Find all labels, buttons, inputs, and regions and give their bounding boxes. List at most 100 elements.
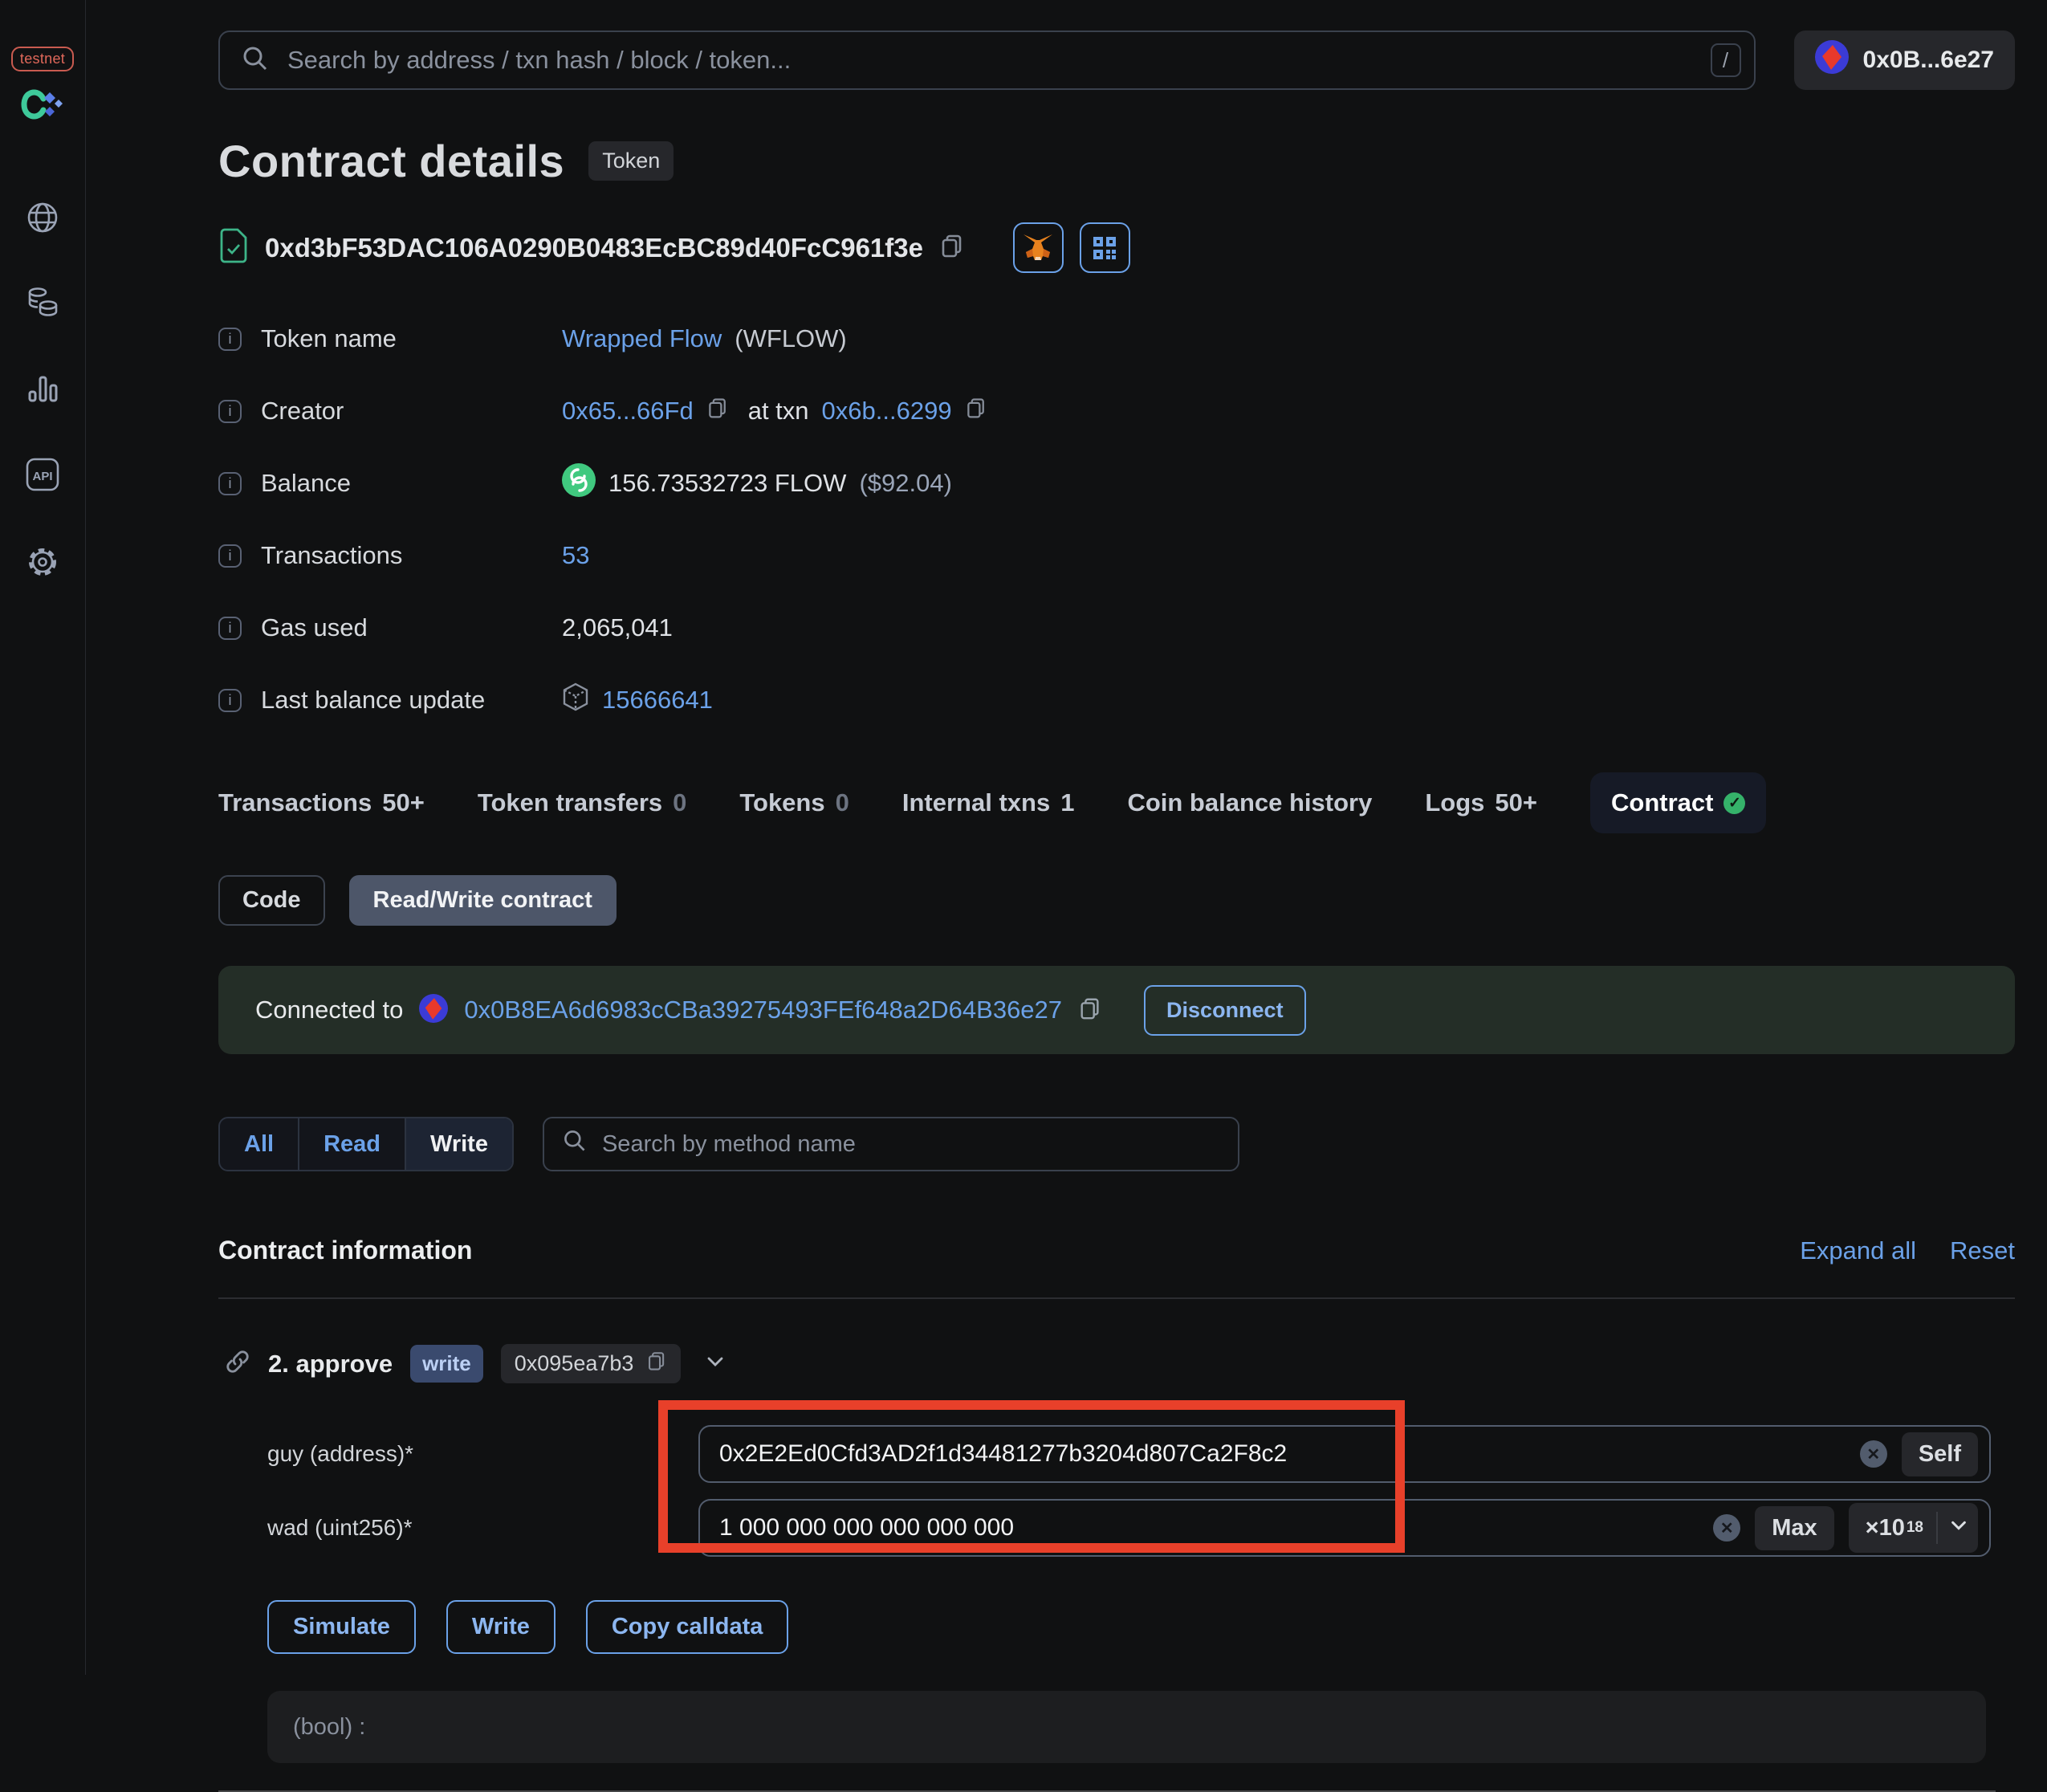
simulate-button[interactable]: Simulate [267,1600,416,1654]
contract-info-table: i Token name Wrapped Flow (WFLOW) i Crea… [218,324,2015,715]
page-title: Contract details [218,136,565,186]
read-write-contract-subtab-button[interactable]: Read/Write contract [348,875,617,926]
globe-icon[interactable] [26,201,59,234]
app-logo-icon[interactable] [19,88,66,127]
filter-write[interactable]: Write [405,1118,512,1170]
method-selector-badge: 0x095ea7b3 [500,1344,682,1383]
info-row-balance: i Balance 156.73532723 FLOW ($92.04) [218,463,2015,498]
copy-txn-icon[interactable] [965,397,987,426]
disconnect-button[interactable]: Disconnect [1144,984,1306,1036]
reset-link[interactable]: Reset [1950,1236,2015,1265]
code-subtab-button[interactable]: Code [218,875,325,926]
token-symbol: (WFLOW) [735,324,847,352]
clear-input-icon[interactable]: ✕ [1713,1514,1741,1542]
sidebar: testnet API [0,0,86,1675]
search-placeholder: Search by address / txn hash / block / t… [287,46,792,74]
block-cube-icon [562,682,589,718]
max-button[interactable]: Max [1755,1505,1834,1550]
filter-read[interactable]: Read [299,1118,406,1170]
balance-usd: ($92.04) [859,469,952,497]
search-hotkey-badge: / [1710,43,1741,77]
settings-gear-icon[interactable] [25,544,60,580]
method-search-input[interactable]: Search by method name [542,1117,1239,1171]
tab-coin-balance-history[interactable]: Coin balance history [1127,788,1372,817]
copy-connected-address-icon[interactable] [1078,996,1102,1024]
info-icon: i [218,471,242,495]
qr-code-button[interactable] [1079,222,1130,273]
api-icon[interactable]: API [24,456,61,493]
info-row-last-balance-update: i Last balance update 15666641 [218,682,2015,715]
tokens-icon[interactable] [25,286,60,320]
info-icon: i [218,399,242,423]
tab-transactions[interactable]: Transactions 50+ [218,788,425,817]
copy-creator-icon[interactable] [706,397,729,426]
copy-address-icon[interactable] [939,233,965,263]
guy-address-input[interactable]: 0x2E2Ed0Cfd3AD2f1d34481277b3204d807Ca2F8… [698,1425,1991,1483]
creator-address-link[interactable]: 0x65...66Fd [562,397,694,426]
tab-token-transfers[interactable]: Token transfers 0 [478,788,687,817]
method-filter-segmented: All Read Write [218,1117,514,1171]
method-name: 2. approve [268,1349,393,1378]
write-badge: write [410,1345,483,1383]
method-fields: guy (address)* 0x2E2Ed0Cfd3AD2f1d3448127… [218,1400,2015,1557]
contract-type-badge: Token [588,141,674,181]
info-icon: i [218,688,242,712]
tab-tokens[interactable]: Tokens 0 [739,788,849,817]
wallet-button[interactable]: 0x0B...6e27 [1793,31,2015,90]
connected-banner: Connected to 0x0B8EA6d6983cCBa39275493FE… [218,966,2015,1054]
info-icon: i [218,544,242,568]
guy-field-label: guy (address)* [267,1441,414,1466]
info-row-transactions: i Transactions 53 [218,541,2015,570]
info-row-gas-used: i Gas used 2,065,041 [218,613,2015,642]
metamask-button[interactable] [1012,222,1064,273]
write-button[interactable]: Write [446,1600,555,1654]
collapse-chevron-icon[interactable] [705,1351,726,1376]
gas-used-value: 2,065,041 [562,613,673,641]
copy-calldata-button[interactable]: Copy calldata [585,1600,789,1654]
tab-contract[interactable]: Contract ✓ [1590,772,1767,833]
main-content: Search by address / txn hash / block / t… [86,0,2047,1792]
output-bool-label: (bool) : [293,1713,366,1740]
contract-address[interactable]: 0xd3bF53DAC106A0290B0483EcBC89d40FcC961f… [265,233,923,263]
search-icon [241,44,270,77]
creation-txn-link[interactable]: 0x6b...6299 [822,397,952,426]
wad-uint256-input[interactable]: 1 000 000 000 000 000 000 ✕ Max ×10 18 [698,1499,1991,1557]
multiplier-dropdown[interactable]: ×10 18 [1848,1503,1978,1553]
tab-bar: Transactions 50+ Token transfers 0 Tokens 0… [218,772,2015,833]
method-approve-header[interactable]: 2. approve write 0x095ea7b3 [218,1344,2015,1383]
flow-token-icon [562,463,596,503]
wallet-avatar [1814,40,1849,80]
info-row-creator: i Creator 0x65...66Fd at txn 0x6b...6299 [218,397,2015,426]
filter-all[interactable]: All [220,1118,300,1170]
transactions-count-link[interactable]: 53 [562,541,589,570]
contract-information-heading: Contract information [218,1236,473,1265]
block-number-link[interactable]: 15666641 [602,686,713,715]
verified-contract-icon [218,228,249,267]
self-button[interactable]: Self [1901,1432,1978,1476]
chevron-down-icon [1949,1515,1968,1542]
field-row-wad: wad (uint256)* 1 000 000 000 000 000 000… [267,1499,2015,1557]
tab-internal-txns[interactable]: Internal txns 1 [902,788,1075,817]
verified-check-icon: ✓ [1723,792,1746,814]
field-row-guy: guy (address)* 0x2E2Ed0Cfd3AD2f1d3448127… [267,1425,2015,1483]
connected-avatar [419,993,449,1027]
anchor-link-icon[interactable] [225,1349,250,1379]
info-row-token-name: i Token name Wrapped Flow (WFLOW) [218,324,2015,353]
copy-selector-icon[interactable] [646,1350,667,1377]
search-icon [562,1128,588,1160]
token-name-link[interactable]: Wrapped Flow [562,324,722,353]
tab-logs[interactable]: Logs 50+ [1425,788,1537,817]
info-icon: i [218,616,242,640]
svg-text:API: API [32,470,52,483]
wad-field-label: wad (uint256)* [267,1515,413,1540]
info-icon: i [218,327,242,351]
connected-address-link[interactable]: 0x0B8EA6d6983cCBa39275493FEf648a2D64B36e… [464,996,1062,1024]
global-search-input[interactable]: Search by address / txn hash / block / t… [218,31,1756,90]
balance-amount: 156.73532723 FLOW [608,469,847,497]
expand-all-link[interactable]: Expand all [1800,1236,1916,1265]
divider [218,1297,2015,1299]
clear-input-icon[interactable]: ✕ [1859,1440,1887,1468]
charts-icon[interactable] [26,371,59,405]
method-output-panel: (bool) : [267,1691,1986,1763]
wallet-address: 0x0B...6e27 [1862,47,1994,73]
